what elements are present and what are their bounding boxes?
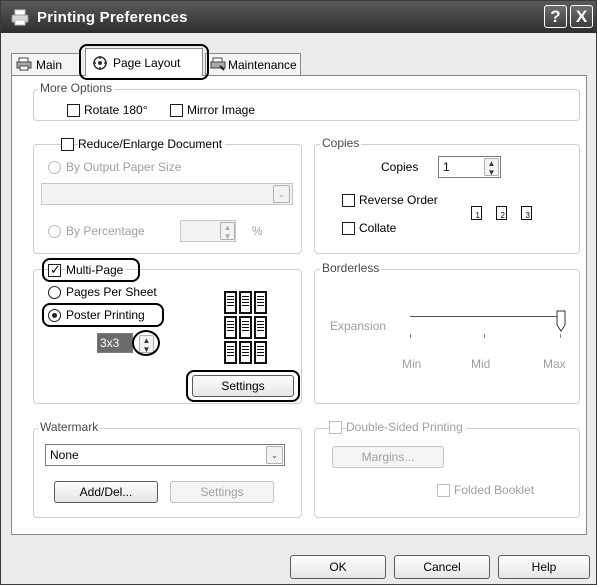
highlight-poster-spinner xyxy=(132,330,160,356)
poster-tile xyxy=(254,291,267,314)
rotate-checkbox[interactable] xyxy=(67,104,80,117)
poster-tile xyxy=(254,316,267,339)
add-del-button[interactable]: Add/Del... xyxy=(54,481,158,503)
poster-tile xyxy=(254,341,267,364)
slider-max-label: Max xyxy=(543,357,566,371)
percentage-spinner[interactable]: ▲ ▼ xyxy=(220,222,235,241)
highlight-poster-settings xyxy=(186,370,300,402)
borderless-title: Borderless xyxy=(320,261,382,275)
tab-strip: Main Page Layout Maintenance xyxy=(9,44,589,80)
tick-mid xyxy=(484,334,485,338)
by-percentage-radio[interactable] xyxy=(48,225,61,238)
tick-max xyxy=(560,334,561,338)
watermark-select[interactable]: None xyxy=(45,444,285,466)
copies-spinner[interactable]: ▲ ▼ xyxy=(484,158,499,177)
copies-label: Copies xyxy=(381,160,419,174)
highlight-page-layout-tab xyxy=(79,44,209,80)
printing-preferences-window: Printing Preferences ? X Main Page Layou… xyxy=(0,0,597,585)
double-sided-group xyxy=(314,428,580,518)
printer-icon xyxy=(11,9,29,26)
folded-booklet-checkbox[interactable] xyxy=(437,484,450,497)
reverse-order-label: Reverse Order xyxy=(359,193,438,207)
watermark-title: Watermark xyxy=(38,420,101,434)
more-options-title: More Options xyxy=(38,81,115,95)
tab-main-label: Main xyxy=(36,58,63,72)
poster-tile xyxy=(239,291,252,314)
by-output-size-label: By Output Paper Size xyxy=(66,160,182,174)
pages-per-sheet-radio[interactable] xyxy=(48,286,61,299)
collate-page-icon: 2 xyxy=(496,206,507,220)
chevron-down-icon[interactable]: ⌄ xyxy=(273,185,290,203)
double-sided-checkbox[interactable] xyxy=(329,421,342,434)
by-output-size-radio[interactable] xyxy=(48,161,61,174)
ok-button[interactable]: OK xyxy=(290,555,386,579)
chevron-down-icon[interactable]: ⌄ xyxy=(266,446,283,464)
close-button[interactable]: X xyxy=(570,5,593,28)
tick-min xyxy=(410,334,411,338)
by-percentage-label: By Percentage xyxy=(66,224,145,238)
reduce-enlarge-label: Reduce/Enlarge Document xyxy=(78,137,226,151)
page-layout-panel: More Options Rotate 180° Mirror Image Re… xyxy=(11,75,587,535)
poster-tile xyxy=(224,291,237,314)
copies-title: Copies xyxy=(320,136,362,150)
poster-tile xyxy=(239,316,252,339)
expansion-slider-track[interactable] xyxy=(410,316,560,317)
collate-page-icon: 1 xyxy=(471,206,482,220)
maintenance-icon xyxy=(210,57,226,71)
reduce-enlarge-checkbox[interactable] xyxy=(61,138,74,151)
collate-label: Collate xyxy=(359,221,397,235)
slider-min-label: Min xyxy=(402,357,422,371)
printer-tab-icon xyxy=(16,57,32,71)
output-paper-size-select[interactable] xyxy=(41,183,293,205)
help-button[interactable]: Help xyxy=(498,555,590,579)
tab-maintenance[interactable]: Maintenance xyxy=(205,53,301,75)
poster-tile xyxy=(224,316,237,339)
percent-unit: % xyxy=(252,224,263,238)
rotate-label: Rotate 180° xyxy=(84,103,148,117)
poster-size-select[interactable]: 3x3 xyxy=(97,333,133,353)
slider-mid-label: Mid xyxy=(471,357,491,371)
highlight-multi-page xyxy=(42,258,140,282)
collate-checkbox[interactable] xyxy=(342,222,355,235)
poster-tile xyxy=(239,341,252,364)
reverse-order-checkbox[interactable] xyxy=(342,194,355,207)
help-title-button[interactable]: ? xyxy=(544,5,567,28)
tab-maintenance-label: Maintenance xyxy=(228,58,297,72)
borderless-group xyxy=(314,269,580,404)
cancel-button[interactable]: Cancel xyxy=(394,555,490,579)
folded-booklet-label: Folded Booklet xyxy=(454,483,535,497)
margins-button[interactable]: Margins... xyxy=(332,446,444,468)
collate-page-icon: 3 xyxy=(521,206,532,220)
watermark-group xyxy=(33,428,302,518)
mirror-label: Mirror Image xyxy=(187,103,256,117)
title-bar[interactable]: Printing Preferences ? X xyxy=(1,1,596,33)
watermark-settings-button[interactable]: Settings xyxy=(170,481,274,503)
tab-main[interactable]: Main xyxy=(11,53,81,75)
window-title: Printing Preferences xyxy=(37,9,188,26)
expansion-label: Expansion xyxy=(330,319,387,333)
pages-per-sheet-label: Pages Per Sheet xyxy=(66,285,157,299)
highlight-poster-printing xyxy=(42,303,164,327)
poster-tile xyxy=(224,341,237,364)
mirror-checkbox[interactable] xyxy=(170,104,183,117)
double-sided-label: Double-Sided Printing xyxy=(346,420,466,434)
expansion-slider-thumb[interactable] xyxy=(555,310,567,332)
